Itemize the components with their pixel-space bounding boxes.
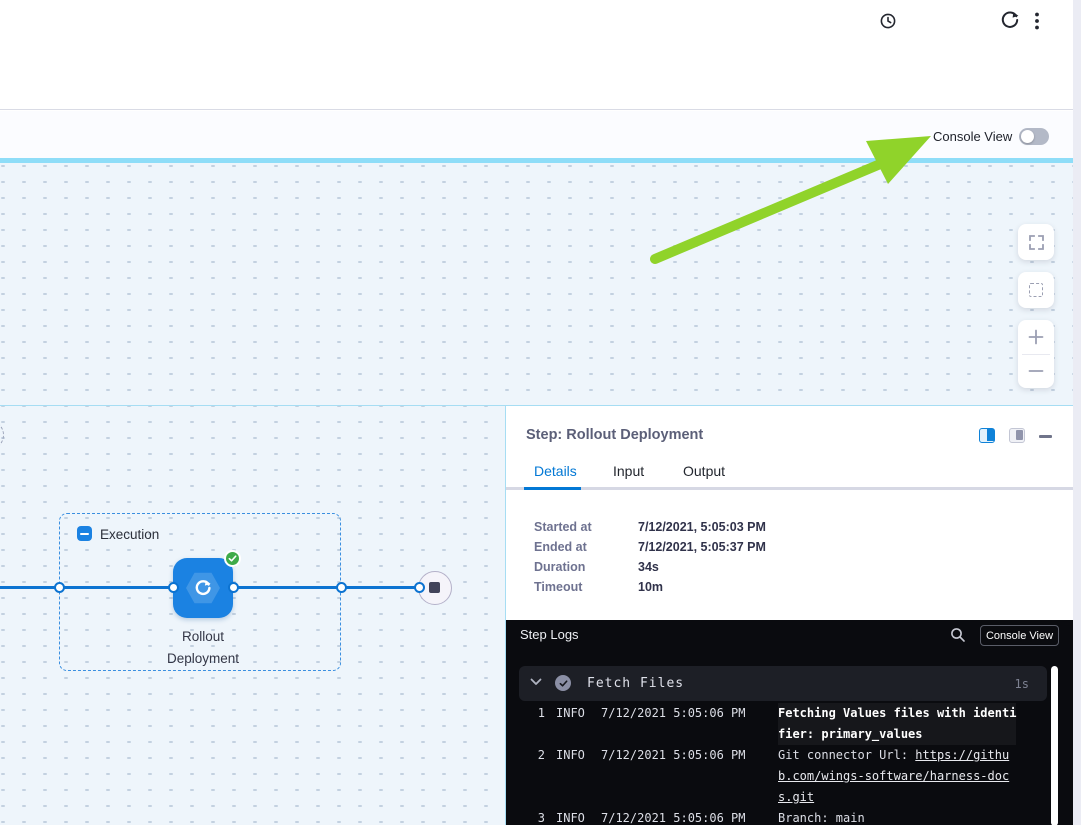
log-entry: 3 INFO 7/12/2021 5:05:06 PM Branch: main xyxy=(519,808,1047,825)
connection-point xyxy=(54,582,65,593)
active-tab-indicator xyxy=(524,487,581,490)
pipeline-execution-screen: Start time 7/12/2021 5:04:28 PM 1m 15s C… xyxy=(0,0,1081,825)
connection-point xyxy=(228,582,239,593)
search-icon[interactable] xyxy=(950,627,966,643)
field-timeout: Timeout10m xyxy=(534,580,934,600)
zoom-in-button[interactable] xyxy=(1018,320,1054,354)
execution-collapse-icon[interactable] xyxy=(77,526,92,541)
kebab-menu-icon[interactable] xyxy=(1031,11,1043,31)
minimize-icon[interactable] xyxy=(1039,435,1052,438)
step-details-panel: Step: Rollout Deployment Details Input O… xyxy=(505,406,1073,825)
field-started-at: Started at7/12/2021, 5:05:03 PM xyxy=(534,520,934,540)
panel-title: Step: Rollout Deployment xyxy=(526,427,703,443)
check-circle-icon xyxy=(555,675,571,691)
log-group-name: Fetch Files xyxy=(587,676,684,691)
tab-input[interactable]: Input xyxy=(613,463,644,479)
canvas-toolbar xyxy=(0,111,1073,158)
fullscreen-button[interactable] xyxy=(1018,224,1054,260)
fit-to-screen-button[interactable] xyxy=(1018,272,1054,308)
marquee-select-icon xyxy=(1029,283,1043,297)
field-duration: Duration34s xyxy=(534,560,934,580)
console-view-toggle[interactable] xyxy=(1019,128,1049,145)
console-view-label: Console View xyxy=(933,129,1012,144)
console-view-button[interactable]: Console View xyxy=(980,625,1059,646)
connection-point xyxy=(414,582,425,593)
log-group-duration: 1s xyxy=(1015,677,1029,691)
zoom-controls xyxy=(1018,320,1054,388)
log-scrollbar[interactable] xyxy=(1051,666,1058,825)
log-entry: 1 INFO 7/12/2021 5:05:06 PM Fetching Val… xyxy=(519,703,1047,745)
rollout-refresh-icon xyxy=(192,577,214,599)
zoom-out-button[interactable] xyxy=(1018,354,1054,388)
stage-progress-bar xyxy=(0,158,1073,163)
plus-icon xyxy=(1028,329,1044,345)
tab-output[interactable]: Output xyxy=(683,463,725,479)
connection-point xyxy=(336,582,347,593)
chevron-down-icon[interactable] xyxy=(530,678,542,686)
panel-view-icon[interactable] xyxy=(1009,428,1025,443)
refresh-icon[interactable] xyxy=(1000,10,1020,30)
page-scrollbar-track[interactable] xyxy=(1073,0,1081,825)
minus-icon xyxy=(1028,363,1044,379)
log-group-header[interactable]: Fetch Files 1s xyxy=(519,666,1047,701)
toggle-knob xyxy=(1021,130,1034,143)
execution-group-label: Execution xyxy=(100,527,159,542)
rollout-deployment-step-node[interactable] xyxy=(173,558,233,618)
stop-icon xyxy=(429,582,440,593)
step-logs-title: Step Logs xyxy=(520,627,579,642)
top-header xyxy=(0,0,1073,110)
clock-icon xyxy=(880,13,896,29)
tab-details[interactable]: Details xyxy=(534,463,577,479)
fullscreen-icon xyxy=(1029,235,1044,250)
step-logs-section: Step Logs Console View Fetch Files 1s 1 … xyxy=(506,620,1074,825)
field-ended-at: Ended at7/12/2021, 5:05:37 PM xyxy=(534,540,934,560)
split-view-icon[interactable] xyxy=(979,428,995,443)
step-node-label: Rollout Deployment xyxy=(123,626,283,670)
connection-point xyxy=(168,582,179,593)
tabs-underline xyxy=(506,487,1074,490)
success-badge-icon xyxy=(224,550,241,567)
log-entry: 2 INFO 7/12/2021 5:05:06 PM Git connecto… xyxy=(519,745,1047,808)
log-lines[interactable]: 1 INFO 7/12/2021 5:05:06 PM Fetching Val… xyxy=(519,703,1047,825)
